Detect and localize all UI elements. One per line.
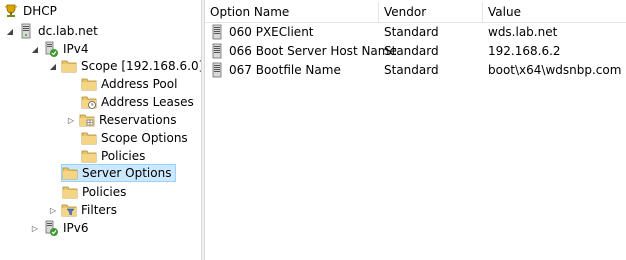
tree-node-scope-options[interactable]: Scope Options	[81, 129, 188, 147]
vendor-cell: Standard	[384, 43, 439, 58]
list-row[interactable]: 067 Bootfile Name Standard boot\x64\wdsn…	[205, 60, 626, 79]
expand-arrow-icon[interactable]: ▷	[30, 219, 40, 237]
column-header-label: Value	[488, 5, 521, 19]
tree-node-label: Filters	[81, 203, 117, 217]
tree-node-address-leases[interactable]: Address Leases	[81, 93, 194, 111]
tree-node-reservations[interactable]: ▷ Reservations	[66, 111, 177, 129]
option-name: 066 Boot Server Host Name	[229, 43, 397, 58]
server-icon	[18, 23, 34, 39]
option-name: 060 PXEClient	[229, 24, 314, 39]
tree-node-dhcp[interactable]: DHCP	[3, 2, 57, 20]
tree-node-label: Server Options	[82, 166, 172, 180]
tree-node-server[interactable]: ◢ dc.lab.net	[5, 22, 98, 40]
tree-node-label: Policies	[101, 149, 146, 163]
option-name-cell: 067 Bootfile Name	[209, 60, 341, 79]
list-row[interactable]: 060 PXEClient Standard wds.lab.net	[205, 22, 626, 41]
value-cell: wds.lab.net	[488, 24, 558, 39]
value-cell: boot\x64\wdsnbp.com	[488, 62, 622, 77]
folder-icon	[61, 58, 77, 74]
tree-node-ipv4[interactable]: ◢ IPv4	[30, 40, 89, 58]
folder-grid-icon	[79, 112, 95, 128]
collapse-arrow-icon[interactable]: ◢	[48, 57, 58, 75]
column-header-label: Option Name	[210, 5, 290, 19]
column-header-value[interactable]: Value	[483, 2, 626, 22]
tree-node-label: Policies	[82, 185, 127, 199]
console-tree[interactable]: DHCP ◢ dc.lab.net ◢ IPv4 ◢ Scope [192.16…	[0, 0, 201, 260]
option-name-cell: 060 PXEClient	[209, 22, 314, 41]
expand-arrow-icon[interactable]: ▷	[48, 201, 58, 219]
tree-node-label: Address Pool	[101, 77, 178, 91]
dhcp-trophy-icon	[3, 3, 19, 19]
folder-icon	[81, 130, 97, 146]
tree-node-label: Scope [192.168.6.0] W	[81, 59, 201, 73]
column-header-option-name[interactable]: Option Name	[205, 2, 379, 22]
options-list[interactable]: Option Name Vendor Value 060 PXEClient S…	[205, 0, 626, 260]
tree-node-scope[interactable]: ◢ Scope [192.168.6.0] W	[48, 57, 201, 75]
tree-node-label: DHCP	[23, 4, 57, 18]
tree-node-label: IPv6	[63, 221, 89, 235]
vendor-cell: Standard	[384, 24, 439, 39]
collapse-arrow-icon[interactable]: ◢	[5, 22, 15, 40]
tree-node-label: IPv4	[63, 42, 89, 56]
list-row[interactable]: 066 Boot Server Host Name Standard 192.1…	[205, 41, 626, 60]
tree-node-scope-policies[interactable]: Policies	[81, 147, 145, 165]
column-header-label: Vendor	[384, 5, 427, 19]
tree-node-label: dc.lab.net	[38, 24, 98, 38]
value-cell: 192.168.6.2	[488, 43, 561, 58]
option-icon	[209, 43, 225, 59]
ipv4-icon	[43, 41, 59, 57]
tree-node-server-options[interactable]: Server Options	[61, 164, 177, 182]
folder-icon	[81, 148, 97, 164]
expand-arrow-icon[interactable]: ▷	[66, 111, 76, 129]
option-name: 067 Bootfile Name	[229, 62, 341, 77]
tree-node-policies[interactable]: Policies	[62, 183, 126, 201]
tree-node-label: Address Leases	[101, 95, 194, 109]
folder-clock-icon	[81, 94, 97, 110]
tree-node-label: Scope Options	[101, 131, 188, 145]
folder-icon	[62, 184, 78, 200]
option-name-cell: 066 Boot Server Host Name	[209, 41, 397, 60]
vendor-cell: Standard	[384, 62, 439, 77]
collapse-arrow-icon[interactable]: ◢	[30, 40, 40, 58]
column-header-vendor[interactable]: Vendor	[379, 2, 483, 22]
tree-node-label: Reservations	[99, 113, 177, 127]
folder-icon	[62, 165, 78, 181]
filter-icon	[61, 202, 77, 218]
tree-node-ipv6[interactable]: ▷ IPv6	[30, 219, 89, 237]
tree-node-address-pool[interactable]: Address Pool	[81, 75, 177, 93]
folder-icon	[81, 76, 97, 92]
ipv6-icon	[43, 220, 59, 236]
tree-node-filters[interactable]: ▷ Filters	[48, 201, 117, 219]
option-icon	[209, 24, 225, 40]
option-icon	[209, 62, 225, 78]
